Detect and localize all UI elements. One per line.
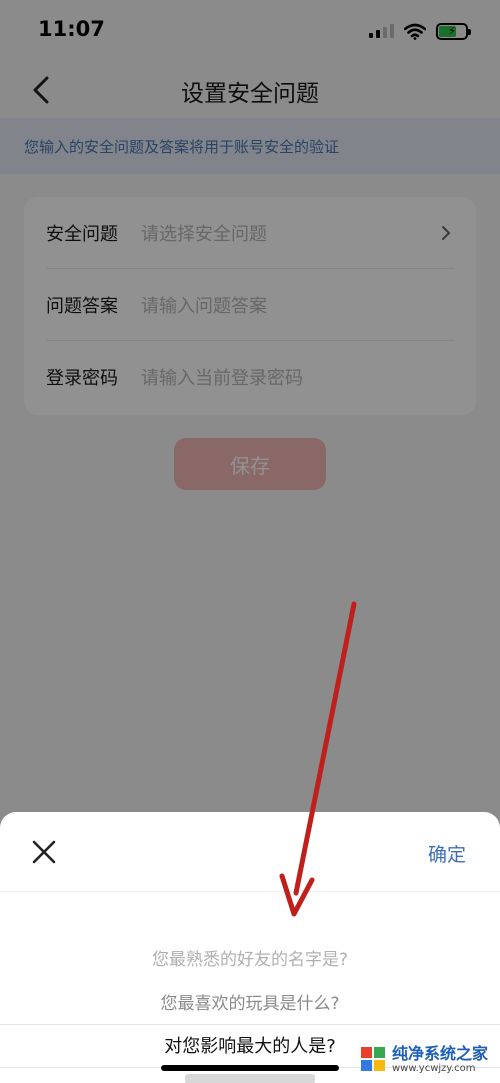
watermark-url: www.ycwjzy.com [392, 1062, 476, 1074]
close-icon[interactable] [28, 836, 60, 868]
watermark-title: 纯净系统之家 [392, 1044, 489, 1063]
windows-logo-icon [361, 1047, 385, 1072]
home-indicator [161, 1065, 339, 1071]
picker-option-partial[interactable] [0, 1074, 500, 1083]
picker-option[interactable]: 您最喜欢的玩具是什么? [0, 989, 500, 1014]
sheet-header: 确定 [0, 812, 500, 892]
confirm-button[interactable]: 确定 [428, 840, 466, 867]
picker-option[interactable]: 您最熟悉的好友的名字是? [0, 945, 500, 970]
watermark: 纯净系统之家 www.ycwjzy.com [360, 1045, 488, 1074]
question-picker-sheet: 确定 您最熟悉的好友的名字是? 您最喜欢的玩具是什么? 对您影响最大的人是? [0, 812, 500, 1083]
